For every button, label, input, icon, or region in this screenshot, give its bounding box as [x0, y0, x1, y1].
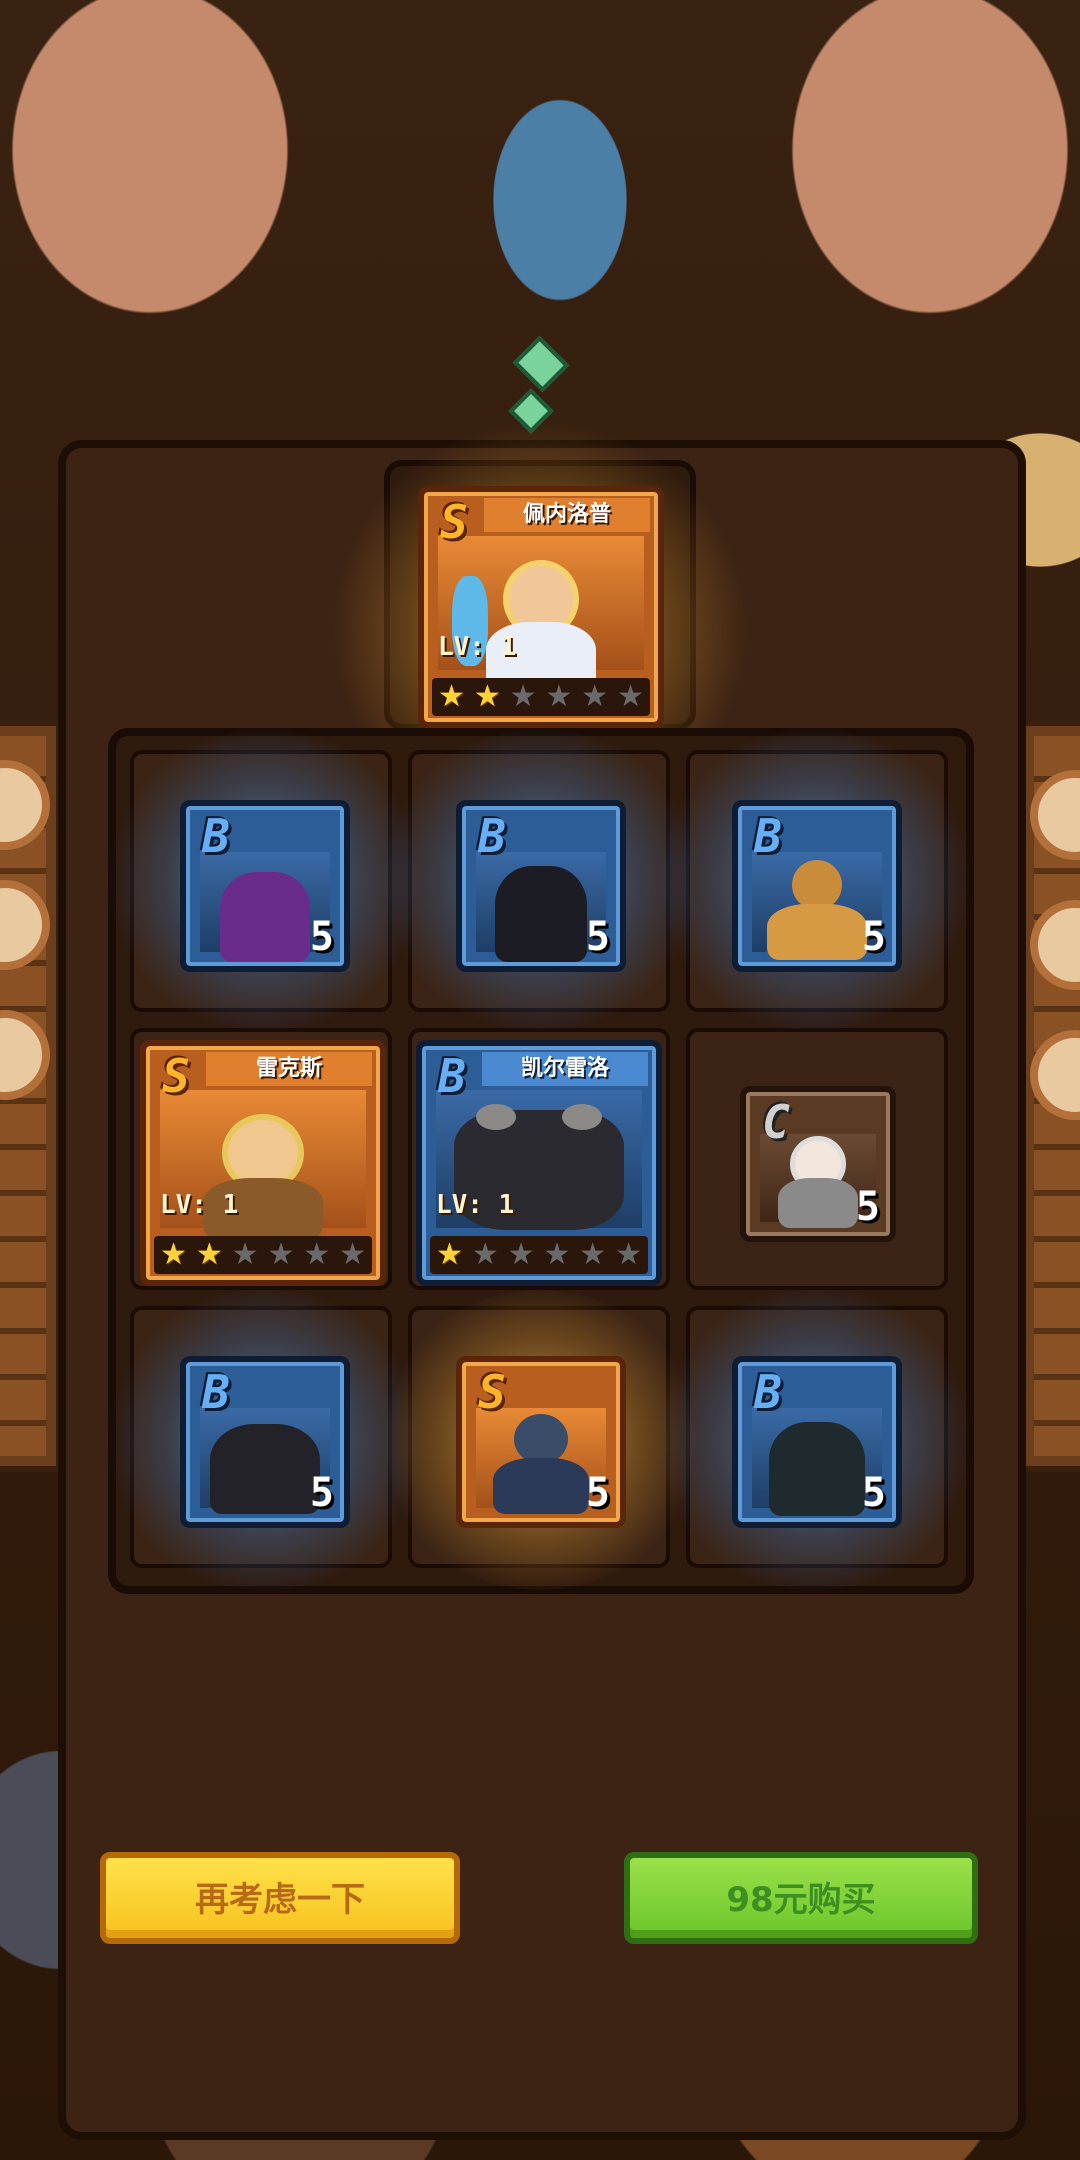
shard-count: 5 — [585, 1470, 610, 1516]
rank-badge: S — [478, 1365, 506, 1419]
shard-count: 5 — [861, 914, 886, 960]
rank-badge: B — [438, 1049, 466, 1103]
star-empty-icon: ★ — [615, 1237, 642, 1272]
star-rating: ★ ★ ★ ★ ★ ★ — [430, 1236, 648, 1274]
reconsider-button[interactable]: 再考虑一下 — [100, 1852, 460, 1944]
star-filled-icon: ★ — [473, 679, 501, 714]
hero-level: LV: 1 — [160, 1190, 239, 1220]
rank-badge: B — [202, 809, 230, 863]
star-empty-icon: ★ — [507, 1237, 535, 1272]
star-empty-icon: ★ — [303, 1237, 331, 1272]
hero-name: 雷克斯 — [206, 1052, 372, 1086]
star-empty-icon: ★ — [231, 1237, 259, 1272]
rank-badge: B — [754, 1365, 782, 1419]
star-filled-icon: ★ — [438, 679, 465, 714]
hero-card-shard[interactable]: B 5 — [180, 1356, 350, 1528]
hero-card-shard[interactable]: B 5 — [732, 800, 902, 972]
hero-level: LV: 1 — [436, 1190, 515, 1220]
buy-button[interactable]: 98元购买 — [624, 1852, 978, 1944]
rank-badge: C — [762, 1095, 790, 1149]
hero-card-rex[interactable]: S 雷克斯 LV: 1 ★ ★ ★ ★ ★ ★ — [140, 1040, 386, 1286]
star-rating: ★ ★ ★ ★ ★ ★ — [154, 1236, 372, 1274]
rank-badge: B — [478, 809, 506, 863]
hero-card-shard[interactable]: B 5 — [456, 800, 626, 972]
shard-count: 5 — [309, 1470, 334, 1516]
star-empty-icon: ★ — [543, 1237, 571, 1272]
shard-count: 5 — [861, 1470, 886, 1516]
star-empty-icon: ★ — [545, 679, 573, 714]
shard-count: 5 — [309, 914, 334, 960]
star-filled-icon: ★ — [436, 1237, 463, 1272]
hero-card-shard[interactable]: B 5 — [180, 800, 350, 972]
star-empty-icon: ★ — [581, 679, 609, 714]
hero-card-shard[interactable]: S 5 — [456, 1356, 626, 1528]
star-empty-icon: ★ — [267, 1237, 295, 1272]
hero-card-shard[interactable]: C 5 — [740, 1086, 896, 1242]
star-filled-icon: ★ — [195, 1237, 223, 1272]
star-empty-icon: ★ — [579, 1237, 607, 1272]
star-rating: ★ ★ ★ ★ ★ ★ — [432, 678, 650, 716]
hero-card-shard[interactable]: B 5 — [732, 1356, 902, 1528]
shard-count: 5 — [585, 914, 610, 960]
gem-icon — [512, 335, 570, 393]
hero-name: 凯尔雷洛 — [482, 1052, 648, 1086]
rank-badge: S — [440, 495, 468, 549]
star-empty-icon: ★ — [339, 1237, 366, 1272]
hero-card-penelope[interactable]: S 佩内洛普 LV: 1 ★ ★ ★ ★ ★ ★ — [418, 486, 664, 728]
star-empty-icon: ★ — [509, 679, 537, 714]
hero-name: 佩内洛普 — [484, 498, 650, 532]
gem-icon — [508, 388, 554, 434]
rank-badge: S — [162, 1049, 190, 1103]
rank-badge: B — [202, 1365, 230, 1419]
star-filled-icon: ★ — [160, 1237, 187, 1272]
rank-badge: B — [754, 809, 782, 863]
shard-count: 5 — [855, 1184, 880, 1230]
star-empty-icon: ★ — [617, 679, 644, 714]
hero-level: LV: 1 — [438, 632, 517, 662]
star-empty-icon: ★ — [471, 1237, 499, 1272]
hero-card-kailleiluo[interactable]: B 凯尔雷洛 LV: 1 ★ ★ ★ ★ ★ ★ — [416, 1040, 662, 1286]
